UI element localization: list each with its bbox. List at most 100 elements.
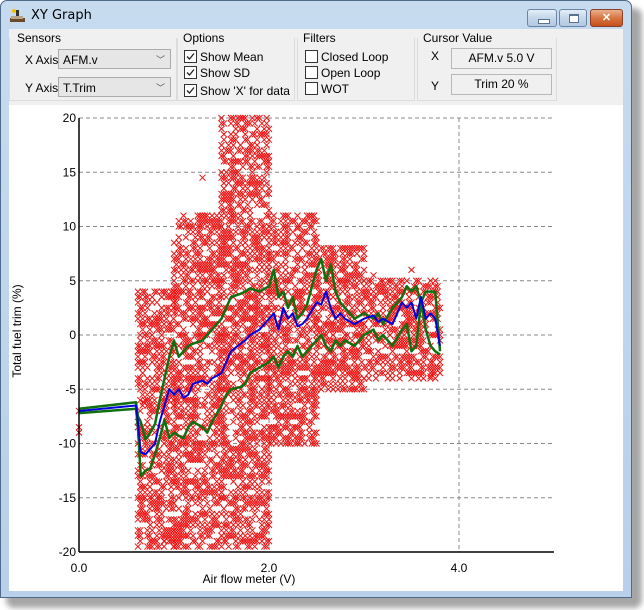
data-point [136,537,144,545]
checkbox-checked-icon [184,66,197,79]
data-point [360,250,368,257]
y-axis-select[interactable]: T.Trim ﹀ [58,77,171,97]
data-point [389,369,396,377]
x-tick-label: 4.0 [451,561,468,575]
x-axis-label: X Axis [25,53,59,67]
minimize-button[interactable] [527,9,557,27]
y-tick-label: -5 [65,382,76,396]
data-point [170,271,178,279]
data-point [246,212,254,220]
xy-chart[interactable]: 20151050-5-10-15-200.0 2.0 4.0 Air flow me… [9,105,623,591]
x-axis-select[interactable]: AFM.v ﹀ [58,49,171,69]
data-point [158,337,166,344]
data-point [201,467,209,474]
data-point [184,467,192,474]
data-point [251,543,259,550]
data-point [436,369,444,377]
data-point [196,347,204,355]
data-point [153,380,161,388]
data-point [196,353,204,361]
data-point [167,483,175,491]
data-point [203,499,211,507]
y-tick-label: 20 [63,111,77,125]
y-axis-label: Y Axis [25,81,59,95]
data-point [256,483,263,491]
cursor-x-value: AFM.v 5.0 V [451,48,552,69]
data-point [165,450,173,458]
close-icon: ✕ [601,12,612,24]
data-point [167,456,175,464]
sensors-group-label: Sensors [17,31,64,45]
data-point [199,174,206,182]
data-point [365,342,373,350]
data-point [220,130,228,138]
data-point [203,364,211,371]
data-point [287,402,294,409]
cursor-group-label: Cursor Value [423,31,495,45]
filters-group-label: Filters [303,31,338,45]
data-point [241,130,249,138]
data-point [379,304,387,312]
data-point [263,120,270,127]
data-point [365,375,373,382]
data-point [436,358,444,366]
x-tick-label: 0.0 [71,561,88,575]
maximize-button[interactable] [559,9,587,27]
title-bar[interactable]: XY Graph ✕ [1,1,631,29]
data-point [284,375,292,382]
data-point [329,375,337,382]
data-point [208,347,216,355]
y-tick-label: -20 [59,545,77,559]
y-axis-value: T.Trim [63,81,96,95]
y-tick-label: 5 [69,274,76,288]
data-point [253,271,261,279]
data-point [192,472,199,480]
data-point [158,488,166,496]
window-title: XY Graph [31,8,92,23]
data-point [310,228,318,236]
data-point [201,516,209,523]
cursor-value-group: Cursor Value X AFM.v 5.0 V Y Trim 20 % [417,29,557,101]
data-point [230,418,237,426]
data-point [218,125,225,133]
data-point [134,543,142,550]
car-lift-icon [10,9,25,22]
data-point [167,488,175,496]
data-point [189,532,197,540]
data-point [161,537,168,545]
checkbox-checked-icon [184,84,197,97]
filters-group: Filters Closed Loop Open Loop WOT [297,29,415,101]
data-point [260,174,268,182]
data-point [180,212,187,220]
plot-area[interactable]: 20 15 10 5 0 -5 -10 -15 -20 0.0 2.0 4.0 Air flow me… [9,105,623,591]
close-button[interactable]: ✕ [590,9,623,27]
y-tick-label: -15 [59,491,77,505]
y-tick-label: 0 [69,328,76,342]
data-point [175,239,183,247]
y-tick-label: 15 [63,165,77,179]
data-point [230,380,237,388]
data-point [249,516,256,523]
y-axis-title: Total fuel trim (%) [10,284,24,377]
data-point [313,347,320,355]
data-point [151,396,158,404]
data-point [370,271,377,279]
cursor-y-value: Trim 20 % [451,74,552,95]
data-point [270,212,278,220]
data-point [146,521,154,529]
x-axis-value: AFM.v [63,53,98,67]
scatter-points [75,114,444,550]
data-point [220,271,228,279]
data-point [167,375,175,382]
options-group: Options Show Mean Show SD Show 'X' for d… [177,29,295,101]
cursor-y-label: Y [431,79,440,93]
data-point [251,445,259,453]
data-point [175,233,183,241]
data-point [263,505,270,512]
data-point [360,266,368,274]
y-tick-label: 10 [63,220,77,234]
data-point [237,347,244,355]
data-point [182,233,190,241]
data-point [196,342,204,350]
data-point [180,326,187,333]
